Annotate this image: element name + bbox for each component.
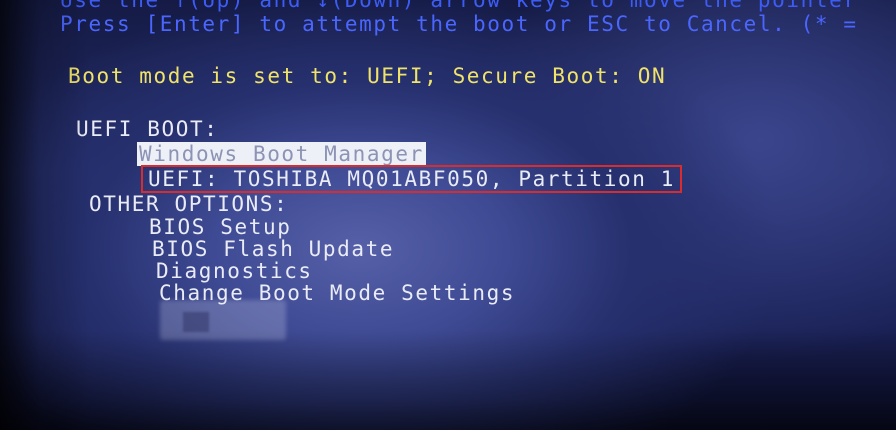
option-diagnostics[interactable]: Diagnostics bbox=[156, 259, 313, 283]
screen-glare bbox=[160, 300, 286, 340]
boot-option-uefi-toshiba[interactable]: UEFI: TOSHIBA MQ01ABF050, Partition 1 bbox=[141, 165, 682, 193]
boot-option-windows-boot-manager[interactable]: Windows Boot Manager bbox=[137, 142, 426, 166]
instruction-line-2: Press [Enter] to attempt the boot or ESC… bbox=[60, 12, 858, 36]
other-options-heading: OTHER OPTIONS: bbox=[89, 192, 289, 216]
glare-reflection bbox=[183, 312, 209, 332]
option-change-boot-mode-settings[interactable]: Change Boot Mode Settings bbox=[159, 281, 515, 305]
option-bios-flash-update[interactable]: BIOS Flash Update bbox=[152, 237, 394, 261]
boot-mode-status: Boot mode is set to: UEFI; Secure Boot: … bbox=[68, 64, 667, 88]
instruction-line-1: Use the ↑(Up) and ↓(Down) arrow keys to … bbox=[60, 0, 858, 12]
uefi-boot-heading: UEFI BOOT: bbox=[76, 117, 219, 141]
option-bios-setup[interactable]: BIOS Setup bbox=[149, 215, 291, 239]
boot-menu-screen: Use the ↑(Up) and ↓(Down) arrow keys to … bbox=[0, 0, 896, 430]
